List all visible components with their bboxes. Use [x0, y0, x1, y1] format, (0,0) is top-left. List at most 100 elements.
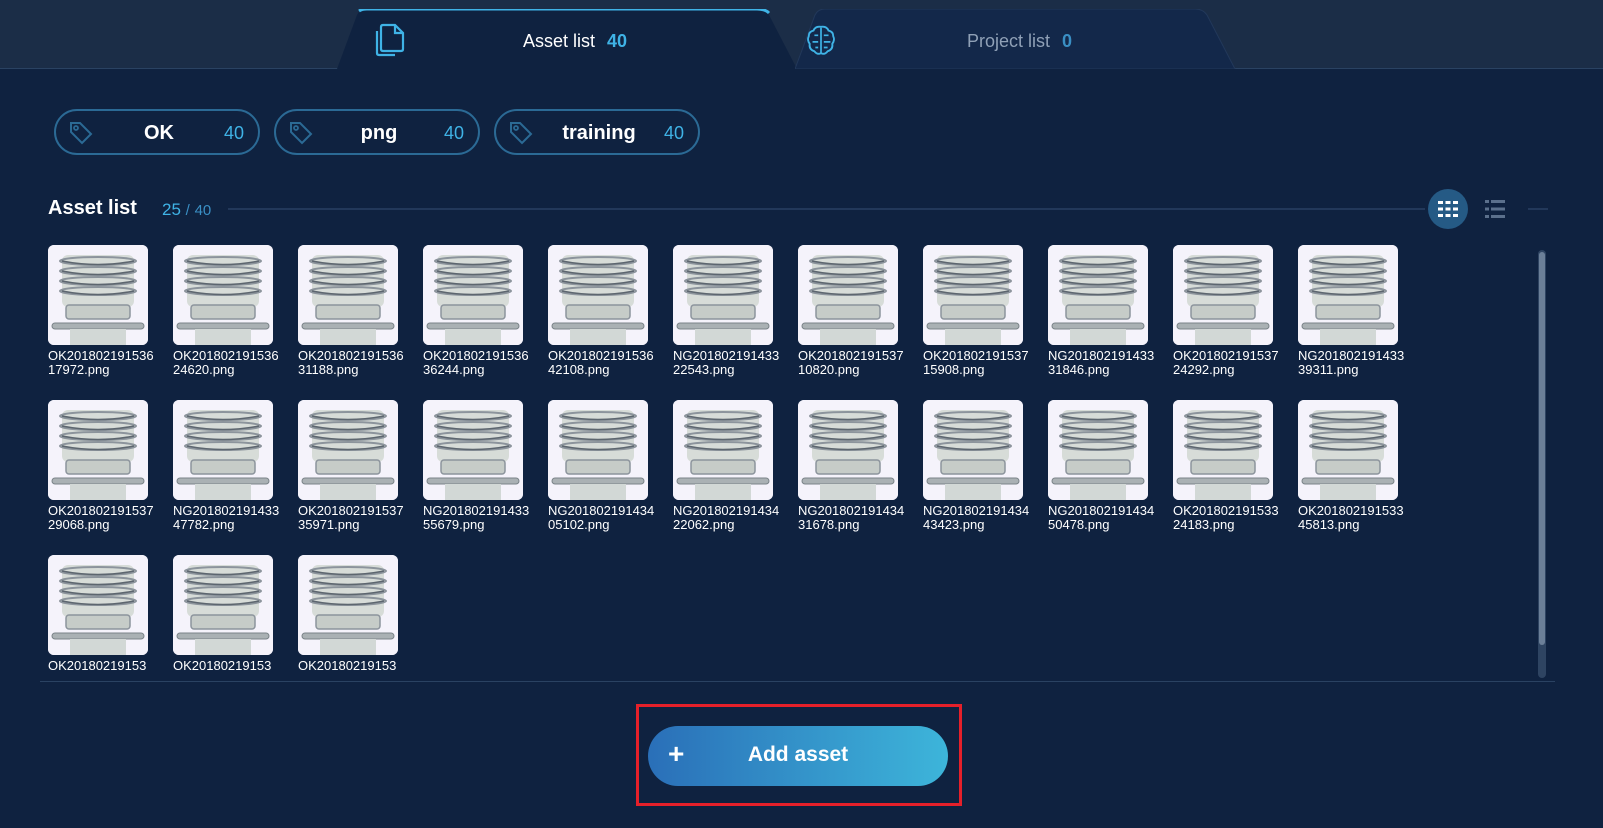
- asset-item[interactable]: NG20180219143331846.png: [1048, 245, 1166, 377]
- asset-item[interactable]: OK20180219153715908.png: [923, 245, 1041, 377]
- bottle-neck-image: [48, 245, 148, 345]
- tag-ok[interactable]: OK 40: [54, 109, 260, 155]
- asset-list-separator: /: [185, 202, 190, 219]
- tag-training[interactable]: training 40: [494, 109, 700, 155]
- asset-thumbnail[interactable]: [673, 400, 773, 500]
- asset-item[interactable]: OK20180219153636244.png: [423, 245, 541, 377]
- asset-item[interactable]: OK20180219153345813.png: [1298, 400, 1416, 532]
- asset-item[interactable]: OK20180219153: [173, 555, 291, 673]
- asset-filename: NG20180219143450478.png: [1048, 503, 1155, 532]
- asset-filename: OK20180219153715908.png: [923, 348, 1029, 377]
- asset-thumbnail[interactable]: [1173, 400, 1273, 500]
- asset-filename: OK20180219153: [298, 658, 397, 673]
- bottle-neck-image: [1048, 400, 1148, 500]
- tab-asset-list-count: 40: [607, 31, 628, 51]
- tab-project-list[interactable]: Project list 0: [795, 9, 1257, 69]
- asset-thumbnail[interactable]: [298, 555, 398, 655]
- asset-item[interactable]: OK20180219153324183.png: [1173, 400, 1291, 532]
- asset-thumbnail[interactable]: [423, 400, 523, 500]
- asset-item[interactable]: OK20180219153642108.png: [548, 245, 666, 377]
- asset-thumbnail[interactable]: [798, 400, 898, 500]
- asset-thumbnail[interactable]: [1048, 400, 1148, 500]
- bottle-neck-image: [1048, 245, 1148, 345]
- asset-item[interactable]: NG20180219143422062.png: [673, 400, 791, 532]
- asset-filename: OK20180219153735971.png: [298, 503, 404, 532]
- asset-item[interactable]: NG20180219143450478.png: [1048, 400, 1166, 532]
- bottle-neck-image: [48, 400, 148, 500]
- asset-grid-scrollbar-thumb[interactable]: [1539, 252, 1545, 645]
- asset-list-total: 40: [194, 202, 212, 219]
- asset-thumbnail[interactable]: [673, 245, 773, 345]
- bottle-neck-image: [923, 400, 1023, 500]
- asset-thumbnail[interactable]: [923, 245, 1023, 345]
- bottle-neck-image: [48, 555, 148, 655]
- asset-thumbnail[interactable]: [1298, 400, 1398, 500]
- asset-thumbnail[interactable]: [298, 245, 398, 345]
- asset-thumbnail[interactable]: [173, 400, 273, 500]
- asset-item[interactable]: OK20180219153631188.png: [298, 245, 416, 377]
- header-divider-end: [1528, 208, 1548, 210]
- tag-count: 40: [663, 123, 684, 143]
- asset-item[interactable]: OK20180219153: [298, 555, 416, 673]
- asset-item[interactable]: NG20180219143355679.png: [423, 400, 541, 532]
- asset-item[interactable]: NG20180219143322543.png: [673, 245, 791, 377]
- asset-item[interactable]: NG20180219143405102.png: [548, 400, 666, 532]
- asset-list-shown: 25: [162, 200, 181, 219]
- asset-list-title: Asset list: [48, 197, 137, 219]
- bottle-neck-image: [298, 400, 398, 500]
- asset-thumbnail[interactable]: [423, 245, 523, 345]
- asset-thumbnail[interactable]: [48, 555, 148, 655]
- bottle-neck-image: [923, 245, 1023, 345]
- asset-thumbnail[interactable]: [298, 400, 398, 500]
- add-asset-button[interactable]: + Add asset: [648, 726, 948, 786]
- asset-thumbnail[interactable]: [548, 400, 648, 500]
- grid-view-icon: [1438, 201, 1458, 217]
- asset-thumbnail[interactable]: [1298, 245, 1398, 345]
- bottle-neck-image: [173, 555, 273, 655]
- asset-item[interactable]: OK20180219153710820.png: [798, 245, 916, 377]
- asset-thumbnail[interactable]: [173, 245, 273, 345]
- asset-filename: OK20180219153345813.png: [1298, 503, 1404, 532]
- bottle-neck-image: [548, 400, 648, 500]
- asset-grid: OK20180219153617972.png OK20180219153624…: [40, 245, 1540, 681]
- bottle-neck-image: [1298, 400, 1398, 500]
- brain-icon: [807, 25, 835, 55]
- bottle-neck-image: [1173, 400, 1273, 500]
- asset-item[interactable]: OK20180219153724292.png: [1173, 245, 1291, 377]
- asset-thumbnail[interactable]: [798, 245, 898, 345]
- asset-thumbnail[interactable]: [48, 400, 148, 500]
- asset-filename: OK20180219153: [173, 658, 272, 673]
- asset-item[interactable]: NG20180219143431678.png: [798, 400, 916, 532]
- asset-filename: OK20180219153631188.png: [298, 348, 404, 377]
- asset-thumbnail[interactable]: [1173, 245, 1273, 345]
- grid-view-button[interactable]: [1428, 189, 1468, 229]
- asset-item[interactable]: OK20180219153735971.png: [298, 400, 416, 532]
- asset-thumbnail[interactable]: [548, 245, 648, 345]
- asset-item[interactable]: NG20180219143347782.png: [173, 400, 291, 532]
- asset-thumbnail[interactable]: [1048, 245, 1148, 345]
- tab-asset-list-label: Asset list 40: [523, 31, 628, 51]
- asset-thumbnail[interactable]: [48, 245, 148, 345]
- asset-thumbnail[interactable]: [173, 555, 273, 655]
- asset-item[interactable]: OK20180219153: [48, 555, 166, 673]
- asset-item[interactable]: OK20180219153624620.png: [173, 245, 291, 377]
- asset-filename: NG20180219143443423.png: [923, 503, 1030, 532]
- tab-asset-list[interactable]: Asset list 40: [337, 9, 797, 69]
- bottle-neck-image: [798, 245, 898, 345]
- asset-item[interactable]: NG20180219143443423.png: [923, 400, 1041, 532]
- tag-png[interactable]: png 40: [274, 109, 480, 155]
- asset-filename: OK20180219153624620.png: [173, 348, 279, 377]
- asset-filename: OK20180219153724292.png: [1173, 348, 1279, 377]
- asset-filename: NG20180219143355679.png: [423, 503, 530, 532]
- asset-filename: NG20180219143331846.png: [1048, 348, 1155, 377]
- asset-filename: NG20180219143431678.png: [798, 503, 905, 532]
- asset-thumbnail[interactable]: [923, 400, 1023, 500]
- asset-item[interactable]: OK20180219153729068.png: [48, 400, 166, 532]
- asset-filename: NG20180219143405102.png: [548, 503, 655, 532]
- asset-item[interactable]: NG20180219143339311.png: [1298, 245, 1416, 377]
- list-view-button[interactable]: [1480, 193, 1510, 225]
- documents-icon: [375, 23, 405, 57]
- asset-list-count: 25 / 40: [162, 200, 211, 220]
- asset-filename: OK20180219153617972.png: [48, 348, 154, 377]
- asset-item[interactable]: OK20180219153617972.png: [48, 245, 166, 377]
